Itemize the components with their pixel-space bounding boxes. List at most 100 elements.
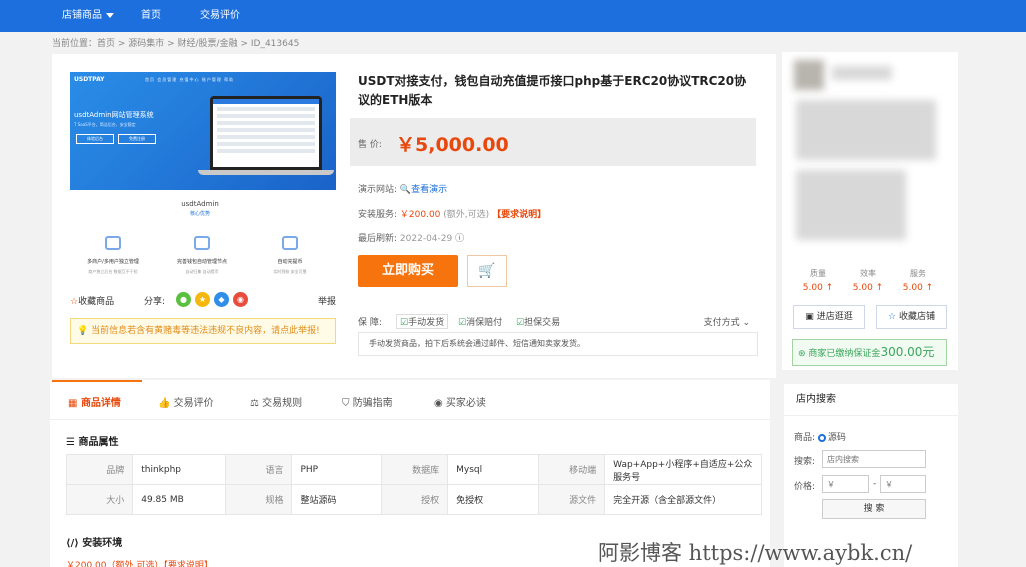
enter-store-label: 进店逛逛 [816,312,853,322]
search-icon: 🔍 [399,185,412,195]
share-row: ☆收藏商品 分享: ● ★ ◆ ◉ 举报 [70,292,338,308]
rating-label: 质量 [810,269,826,278]
star-icon: ☆ [888,312,897,322]
nav-store-products[interactable]: 店铺商品 [62,0,114,32]
guarantee-label: 保 障: [358,318,382,328]
favorite-product-link[interactable]: ☆收藏商品 [70,294,114,307]
banner-subtitle: T SaaS平台，简洁后台，安全稳定 [74,122,136,127]
feature-item: 多商户/多用户独立管理 商户独立后台 数据互不干扰 [73,236,153,275]
price-box: 售 价: ￥5,000.00 [350,118,756,166]
rating-value: 5.00 ↑ [902,283,934,293]
tab-label: 防骗指南 [352,398,393,409]
price-min-input[interactable] [822,475,869,493]
attrs-section-title: ☰ 商品属性 [66,433,118,448]
guarantee-item-label: 消保赔付 [466,318,503,328]
seller-details-blurred [796,170,906,240]
rating-item: 效率 5.00 ↑ [848,268,888,293]
code-icon: ⟨/⟩ [66,538,79,549]
env-peek-row: ￥200.00（额外,可选）【要求说明】 [66,561,213,567]
feature-desc: 商户独立后台 数据互不干扰 [88,269,138,274]
store-search-input[interactable] [822,450,926,468]
payment-methods-dropdown[interactable]: 支付方式 ⌄ [704,315,750,328]
attr-value: Mysql [447,454,539,485]
warning-text: 当前信息若含有黄赌毒等违法违规不良内容，请点此举报! [91,326,320,336]
tab-buyer-notice[interactable]: ◉ 买家必读 [434,394,486,409]
guarantee-item[interactable]: ☑手动发货 [396,314,449,329]
tab-reviews[interactable]: 👍 交易评价 [158,394,214,409]
tab-rules[interactable]: ⚖ 交易规则 [250,394,302,409]
demo-link[interactable]: 🔍查看演示 [400,185,447,195]
install-row: 安装服务: ￥200.00 (额外,可选) 【要求说明】 [358,207,546,220]
attr-value: Wap+App+小程序+自适应+公众服务号 [604,454,762,485]
product-radio[interactable] [817,433,826,442]
info-icon[interactable]: ⓘ [455,234,464,244]
wallet-icon [194,236,210,250]
guarantee-item-label: 担保交易 [524,318,561,328]
product-option-label: 源码 [827,433,846,443]
nav-reviews[interactable]: 交易评价 [200,0,240,32]
thumbs-up-icon: 👍 [158,398,171,409]
table-row: 品牌 thinkphp 语言 PHP 数据库 Mysql 移动端 Wap+App… [65,454,762,485]
laptop-illustration [210,96,322,170]
attrs-table: 品牌 thinkphp 语言 PHP 数据库 Mysql 移动端 Wap+App… [65,454,762,515]
weibo-icon[interactable]: ◉ [233,292,248,307]
guarantee-item[interactable]: ☑担保交易 [516,315,560,328]
attr-value: 49.85 MB [132,484,227,515]
table-row: 大小 49.85 MB 规格 整站源码 授权 免授权 源文件 完全开源（含全部源… [65,484,762,515]
rating-label: 效率 [860,269,876,278]
screen-icon [282,236,298,250]
banner-brand: USDTPAY [74,76,105,83]
attr-key: 移动端 [537,454,606,485]
product-banner-image[interactable]: USDTPAY 首页 会员管理 充值中心 账户管理 帮助 usdtAdmin网站… [70,72,336,190]
store-icon: ▣ [805,312,814,322]
list-icon: ☰ [66,437,75,448]
feature-desc: 自动归集 自动提币 [185,269,219,274]
tab-label: 买家必读 [445,398,486,409]
tab-label: 商品详情 [80,398,121,409]
report-warning[interactable]: 💡 当前信息若含有黄赌毒等违法违规不良内容，请点此举报! [70,318,336,344]
seller-info-blurred [796,100,936,160]
payment-label: 支付方式 [703,318,740,328]
price-max-input[interactable] [880,475,926,493]
price-label: 售 价: [358,140,382,150]
cart-icon[interactable]: 🛒 [467,255,507,287]
attr-key: 语言 [225,454,293,485]
breadcrumb: 当前位置：首页 > 源码集市 > 财经/股票/金融 > ID_413645 [52,39,300,49]
qzone-icon[interactable]: ★ [195,292,210,307]
wechat-icon[interactable]: ● [176,292,191,307]
guarantee-item[interactable]: ☑消保赔付 [458,315,502,328]
shield-icon: ⛉ [342,398,350,409]
scale-icon: ⚖ [250,398,259,409]
nav-home[interactable]: 首页 [141,0,161,32]
tab-anti-fraud[interactable]: ⛉ 防骗指南 [342,394,393,409]
attr-key: 数据库 [380,454,449,485]
store-search-button[interactable]: 搜 索 [822,499,926,519]
store-search-title: 店内搜索 [784,384,958,416]
enter-store-button[interactable]: ▣ 进店逛逛 [793,305,865,329]
deposit-badge: ⊛ 商家已缴纳保证金300.00元 [792,339,947,366]
rating-value: 5.00 ↑ [852,283,884,293]
favorite-store-label: 收藏店铺 [898,312,935,322]
detail-tabs: ▦ 商品详情 👍 交易评价 ⚖ 交易规则 ⛉ 防骗指南 ◉ 买家必读 [50,380,770,420]
install-price: ￥200.00 [399,210,441,220]
delivery-note: 手动发货商品，拍下后系统会通过邮件、短信通知卖家发货。 [358,332,758,356]
install-label: 安装服务: [358,210,398,220]
feature-desc: 实时到账 安全可靠 [273,269,307,274]
qq-icon[interactable]: ◆ [214,292,229,307]
tab-product-details[interactable]: ▦ 商品详情 [68,394,121,409]
buy-now-button[interactable]: 立即购买 [358,255,458,287]
search-price-label: 价格: [794,482,816,492]
watermark-text: 阿影博客 https://www.aybk.cn/ [598,541,913,565]
install-requirements-link[interactable]: 【要求说明】 [492,210,546,220]
rating-item: 服务 5.00 ↑ [898,268,938,293]
report-link[interactable]: 举报 [318,294,336,307]
refresh-date: 2022-04-29 [399,234,453,244]
banner-title: usdtAdmin网站管理系统 [74,111,154,119]
demo-label: 演示网站: [358,185,398,195]
demo-row: 演示网站: 🔍查看演示 [358,182,447,195]
attr-value: thinkphp [132,454,227,485]
banner-button-register: 免费注册 [118,134,156,144]
document-icon: ▦ [68,398,78,409]
tab-label: 交易评价 [173,398,214,409]
favorite-store-button[interactable]: ☆ 收藏店铺 [876,305,947,329]
